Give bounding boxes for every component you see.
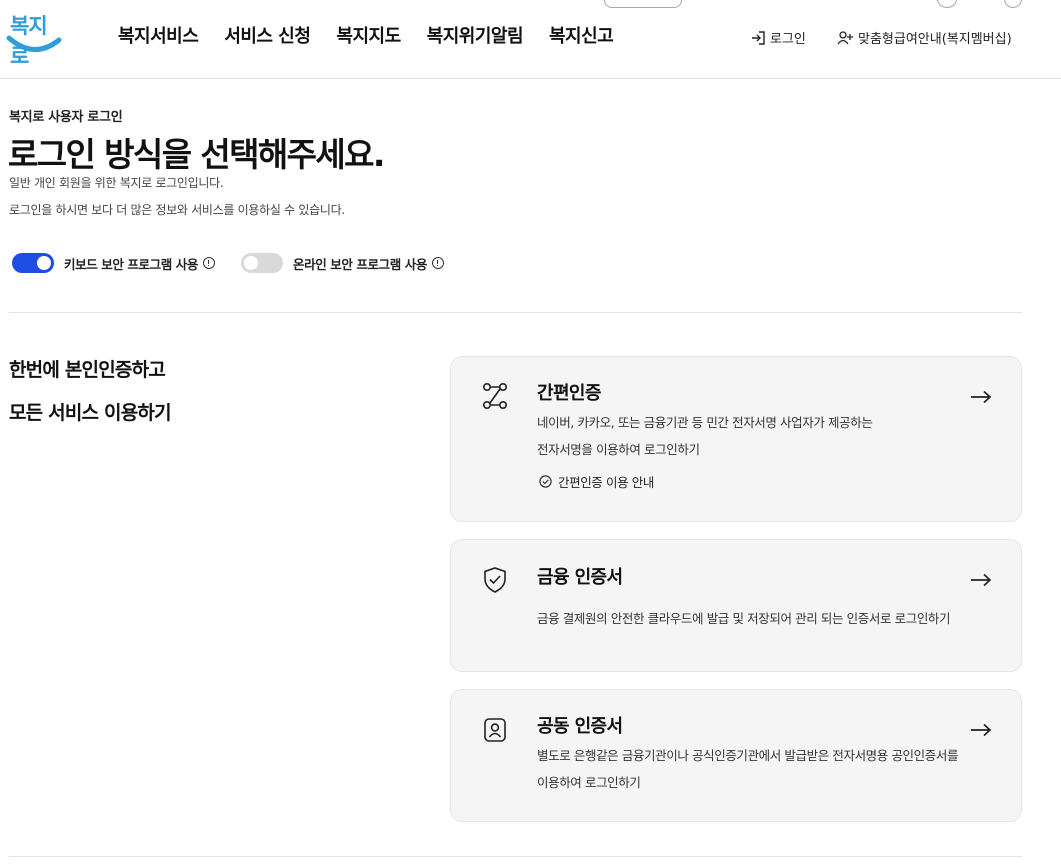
- easy-auth-title: 간편인증: [537, 383, 601, 404]
- page-description: 일반 개인 회원을 위한 복지로 로그인입니다.: [9, 176, 224, 190]
- info-icon[interactable]: [431, 257, 444, 269]
- toggle-knob: [244, 256, 258, 270]
- easy-auth-guide-label: 간편인증 이용 안내: [558, 475, 654, 490]
- keyboard-security-label: 키보드 보안 프로그램 사용: [64, 256, 198, 272]
- nav-item-service-apply[interactable]: 서비스 신청: [224, 22, 311, 48]
- financial-cert-card[interactable]: 금융 인증서 금융 결제원의 안전한 클라우드에 발급 및 저장되어 관리 되는…: [450, 539, 1022, 672]
- membership-label: 맞춤형급여안내(복지멤버십): [858, 32, 1012, 47]
- site-header: 복지로 복지서비스 서비스 신청 복지지도 복지위기알림 복지신고 로그인 맞춤…: [0, 0, 1061, 79]
- section-divider: [9, 312, 1022, 313]
- top-utility-pill[interactable]: [604, 0, 682, 8]
- check-circle-icon: [539, 475, 552, 488]
- top-utility-circle[interactable]: [937, 0, 957, 8]
- online-security-toggle-row: 온라인 보안 프로그램 사용: [241, 253, 444, 273]
- page-eyebrow: 복지로 사용자 로그인: [9, 110, 123, 125]
- joint-cert-desc-line1: 별도로 은행같은 금융기관이나 공식인증기관에서 발급받은 전자서명용 공인인증…: [537, 748, 959, 763]
- id-card-icon: [484, 718, 506, 742]
- tagline-line1: 한번에 본인인증하고: [9, 359, 166, 381]
- joint-cert-description: 별도로 은행같은 금융기관이나 공식인증기관에서 발급받은 전자서명용 공인인증…: [537, 742, 958, 796]
- financial-cert-title: 금융 인증서: [537, 567, 623, 588]
- joint-cert-desc-line2: 이용하여 로그인하기: [537, 775, 641, 790]
- joint-cert-card[interactable]: 공동 인증서 별도로 은행같은 금융기관이나 공식인증기관에서 발급받은 전자서…: [450, 689, 1022, 822]
- financial-cert-description: 금융 결제원의 안전한 클라우드에 발급 및 저장되어 관리 되는 인증서로 로…: [537, 611, 951, 626]
- logo[interactable]: 복지로: [6, 4, 62, 68]
- easy-auth-desc-line2: 전자서명을 이용하여 로그인하기: [537, 442, 700, 457]
- arrow-right-icon: [971, 723, 992, 737]
- nav-item-welfare-report[interactable]: 복지신고: [549, 22, 614, 48]
- joint-cert-title: 공동 인증서: [537, 716, 623, 737]
- top-utility-circle[interactable]: [1004, 0, 1022, 8]
- route-icon: [482, 382, 507, 409]
- membership-link[interactable]: 맞춤형급여안내(복지멤버십): [837, 28, 1012, 47]
- logo-smile-icon: [6, 35, 62, 52]
- user-plus-icon: [837, 30, 853, 44]
- easy-auth-guide-link[interactable]: 간편인증 이용 안내: [539, 472, 654, 491]
- page-description: 로그인을 하시면 보다 더 많은 정보와 서비스를 이용하실 수 있습니다.: [9, 203, 345, 217]
- main-nav: 복지서비스 서비스 신청 복지지도 복지위기알림 복지신고: [118, 22, 639, 48]
- easy-auth-description: 네이버, 카카오, 또는 금융기관 등 민간 전자서명 사업자가 제공하는 전자…: [537, 409, 873, 463]
- easy-auth-desc-line1: 네이버, 카카오, 또는 금융기관 등 민간 전자서명 사업자가 제공하는: [537, 415, 873, 430]
- page-title: 로그인 방식을 선택해주세요.: [8, 135, 385, 174]
- bottom-divider: [9, 856, 1022, 857]
- arrow-right-icon: [971, 390, 992, 404]
- login-arrow-icon: [752, 30, 765, 45]
- login-label: 로그인: [770, 32, 806, 47]
- nav-item-welfare-services[interactable]: 복지서비스: [118, 22, 199, 48]
- tagline-line2: 모든 서비스 이용하기: [9, 402, 172, 424]
- arrow-right-icon: [971, 573, 992, 587]
- shield-check-icon: [484, 567, 506, 593]
- keyboard-security-toggle[interactable]: [12, 253, 54, 273]
- toggle-knob: [37, 256, 51, 270]
- info-icon[interactable]: [202, 257, 215, 269]
- online-security-label: 온라인 보안 프로그램 사용: [293, 256, 427, 272]
- online-security-toggle[interactable]: [241, 253, 283, 273]
- keyboard-security-toggle-row: 키보드 보안 프로그램 사용: [12, 253, 215, 273]
- easy-auth-card[interactable]: 간편인증 네이버, 카카오, 또는 금융기관 등 민간 전자서명 사업자가 제공…: [450, 356, 1022, 522]
- nav-item-welfare-map[interactable]: 복지지도: [336, 22, 401, 48]
- nav-item-crisis-alert[interactable]: 복지위기알림: [427, 22, 524, 48]
- login-link[interactable]: 로그인: [751, 28, 806, 47]
